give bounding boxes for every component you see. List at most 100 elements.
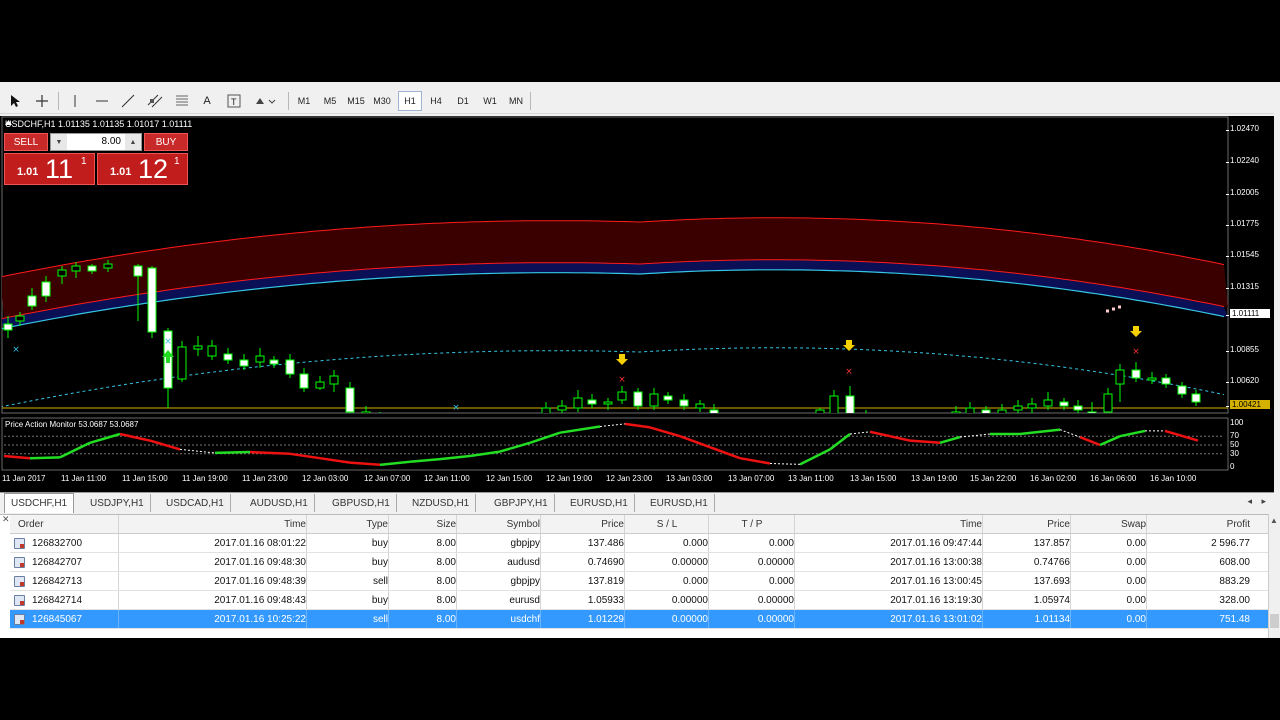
column-separator — [794, 572, 795, 590]
column-header-profit[interactable]: Profit — [1148, 515, 1250, 534]
column-header-size[interactable]: Size — [390, 515, 456, 534]
order-cell: 8.00 — [436, 614, 456, 625]
close-panel-icon[interactable]: ✕ — [2, 514, 10, 525]
symbol-tab-gbpjpy-h1[interactable]: GBPJPY,H1 — [488, 494, 555, 512]
order-row[interactable]: 126842714 2017.01.16 09:48:43 buy 8.00 eurus… — [10, 591, 1268, 610]
indicator-line-segment — [739, 456, 771, 465]
candle-body — [617, 391, 627, 401]
price-tick — [1226, 256, 1229, 257]
sell-price-fraction: 1 — [81, 156, 87, 167]
symbol-tab-eurusd-h1[interactable]: EURUSD,H1 — [564, 494, 635, 512]
timeframe-h1[interactable]: H1 — [398, 91, 422, 111]
column-header-symbol[interactable]: Symbol — [458, 515, 540, 534]
order-row[interactable]: 126842713 2017.01.16 09:48:39 sell 8.00 gbpj… — [10, 572, 1268, 591]
time-axis-label: 12 Jan 07:00 — [364, 474, 411, 483]
crosshair-icon[interactable] — [32, 91, 52, 111]
time-axis-label: 13 Jan 19:00 — [911, 474, 958, 483]
order-row[interactable]: 126832700 2017.01.16 08:01:22 buy 8.00 gbpjp… — [10, 534, 1268, 553]
symbol-tab-usdchf-h1[interactable]: USDCHF,H1 — [4, 493, 75, 513]
column-separator — [708, 610, 709, 628]
order-row[interactable]: 126845067 2017.01.16 10:25:22 sell 8.00 usdc… — [10, 610, 1268, 629]
volume-field[interactable]: ▼ 8.00 ▲ — [50, 133, 142, 151]
sell-button[interactable]: SELL — [4, 133, 48, 151]
resistance-marker: × — [845, 367, 853, 377]
timeframe-w1[interactable]: W1 — [478, 91, 502, 111]
symbol-tab-audusd-h1[interactable]: AUDUSD,H1 — [244, 494, 315, 512]
scroll-thumb[interactable] — [1270, 614, 1279, 628]
horizontal-line-icon[interactable] — [92, 91, 112, 111]
timeframe-m1[interactable]: M1 — [292, 91, 316, 111]
column-header-time[interactable]: Time — [120, 515, 306, 534]
trendline-icon[interactable] — [118, 91, 138, 111]
collapse-triangle-icon[interactable] — [5, 119, 12, 126]
sell-price-box[interactable]: 1.01 11 1 — [4, 153, 95, 185]
timeframe-m30[interactable]: M30 — [370, 91, 394, 111]
candle-body — [1131, 369, 1141, 379]
order-row[interactable]: 126842707 2017.01.16 09:48:30 buy 8.00 audus… — [10, 553, 1268, 572]
buy-button[interactable]: BUY — [144, 133, 188, 151]
candle-body — [922, 424, 930, 428]
scroll-up-icon[interactable]: ▲ — [1270, 516, 1278, 525]
text-label-icon[interactable]: T — [224, 91, 244, 111]
column-separator — [708, 515, 709, 533]
tab-scroll-right-icon[interactable]: ▸ — [1261, 496, 1266, 507]
time-axis-label: 15 Jan 22:00 — [970, 474, 1017, 483]
channel-icon[interactable] — [144, 91, 166, 111]
candle-body — [740, 428, 748, 434]
column-header-swap[interactable]: Swap — [1072, 515, 1146, 534]
symbol-tab-nzdusd-h1[interactable]: NZDUSD,H1 — [406, 494, 477, 512]
column-header-tp[interactable]: T / P — [710, 515, 794, 534]
timeframe-m15[interactable]: M15 — [344, 91, 368, 111]
order-cell: 8.00 — [436, 595, 456, 606]
order-cell: 0.00000 — [757, 614, 794, 625]
shapes-icon[interactable] — [252, 91, 278, 111]
candle-body — [541, 407, 551, 413]
column-header-type[interactable]: Type — [308, 515, 388, 534]
time-axis-label: 12 Jan 15:00 — [486, 474, 533, 483]
symbol-tab-usdjpy-h1[interactable]: USDJPY,H1 — [84, 494, 151, 512]
column-header-time[interactable]: Time — [796, 515, 982, 534]
column-separator — [456, 591, 457, 609]
order-cell: 0.74690 — [587, 557, 624, 568]
symbol-tab-usdcad-h1[interactable]: USDCAD,H1 — [160, 494, 231, 512]
order-cell: 0.000 — [682, 538, 708, 549]
timeframe-mn[interactable]: MN — [504, 91, 528, 111]
tab-scroll-left-icon[interactable]: ◂ — [1247, 496, 1252, 507]
order-cell: 2017.01.16 13:19:30 — [890, 595, 982, 606]
fibonacci-icon[interactable] — [172, 91, 192, 111]
column-separator — [306, 553, 307, 571]
order-cell: 1.05974 — [1033, 595, 1070, 606]
sell-signal-arrow — [1130, 326, 1142, 337]
timeframe-m5[interactable]: M5 — [318, 91, 342, 111]
symbol-tab-eurusd-h1[interactable]: EURUSD,H1 — [644, 494, 715, 512]
text-icon[interactable]: A — [198, 91, 216, 111]
price-axis-label: 1.01545 — [1226, 250, 1270, 259]
symbol-tab-gbpusd-h1[interactable]: GBPUSD,H1 — [326, 494, 397, 512]
toolbar-separator — [530, 92, 531, 110]
order-cell: buy — [371, 538, 388, 549]
column-header-price[interactable]: Price — [984, 515, 1070, 534]
column-header-sl[interactable]: S / L — [626, 515, 708, 534]
column-header-price[interactable]: Price — [542, 515, 624, 534]
column-separator — [118, 572, 119, 590]
buy-price-box[interactable]: 1.01 12 1 — [97, 153, 188, 185]
chart-window[interactable]: × × × × × × × USDCHF,H1 1.01135 1.01135 1.0101… — [0, 116, 1274, 492]
price-axis-label: 1.01315 — [1226, 282, 1270, 291]
orders-scrollbar[interactable]: ▲ — [1268, 514, 1280, 638]
timeframe-h4[interactable]: H4 — [424, 91, 448, 111]
column-header-order[interactable]: Order — [18, 515, 118, 534]
time-axis-label: 13 Jan 07:00 — [728, 474, 775, 483]
volume-increase-icon[interactable]: ▲ — [125, 134, 141, 150]
candle-body — [1103, 393, 1113, 413]
price-chart[interactable]: ××××××× — [0, 116, 1274, 492]
column-separator — [388, 591, 389, 609]
candle-body — [862, 416, 870, 422]
timeframe-d1[interactable]: D1 — [451, 91, 475, 111]
column-separator — [388, 515, 389, 533]
volume-decrease-icon[interactable]: ▼ — [51, 134, 67, 150]
column-separator — [118, 610, 119, 628]
resistance-marker: × — [1132, 347, 1140, 357]
vertical-line-icon[interactable] — [66, 91, 84, 111]
cursor-icon[interactable] — [6, 91, 24, 111]
indicator-line-segment — [799, 448, 831, 466]
